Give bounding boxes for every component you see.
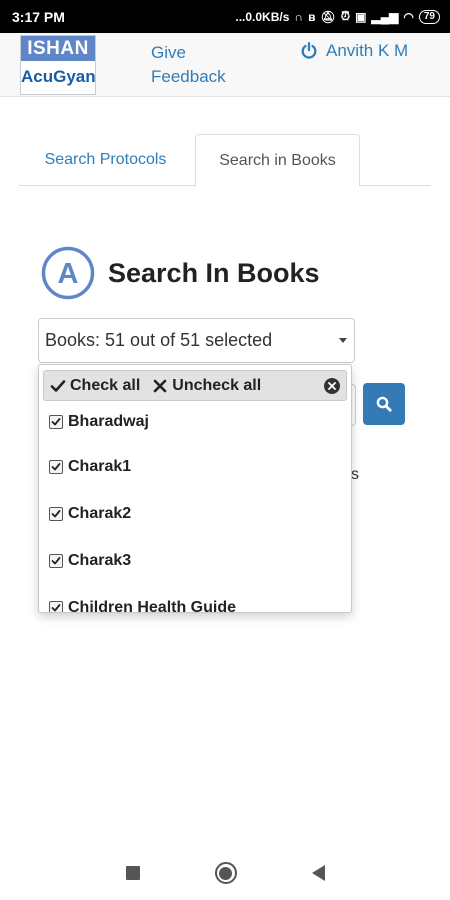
status-icons: ...0.0KB/s ∩ ʙ 🔕︎ ⏰︎ ▣ ▂▄▆ ◠ 79 — [235, 9, 440, 24]
network-speed: ...0.0KB/s — [235, 9, 290, 24]
checkbox[interactable] — [49, 415, 63, 429]
page-title: Search In Books — [108, 257, 320, 288]
book-label: Charak3 — [68, 551, 132, 569]
status-time: 3:17 PM — [12, 8, 65, 25]
wifi-icon: ◠ — [403, 9, 414, 24]
app-logo[interactable]: ISHAN AcuGyan — [20, 35, 96, 95]
chevron-down-icon — [339, 338, 347, 343]
check-icon — [50, 379, 66, 392]
books-dropdown: Check all Uncheck all Bharadwaj Charak1 … — [38, 364, 352, 613]
books-multiselect[interactable]: Books: 51 out of 51 selected — [38, 318, 355, 363]
signal-icon: ▂▄▆ — [371, 9, 399, 24]
search-button[interactable] — [363, 383, 405, 425]
give-feedback-link[interactable]: Give Feedback — [151, 41, 241, 89]
power-icon — [301, 42, 317, 59]
uncheck-all-button[interactable]: Uncheck all — [152, 377, 261, 395]
sim-icon: ▣ — [355, 9, 367, 24]
checkbox[interactable] — [49, 506, 63, 521]
tab-search-protocols[interactable]: Search Protocols — [19, 134, 192, 186]
book-list: Bharadwaj Charak1 Charak2 Charak3 Childr… — [39, 401, 351, 613]
tab-search-in-books[interactable]: Search in Books — [195, 134, 360, 187]
mute-icon: 🔕︎ — [320, 9, 336, 24]
book-item-children-health-guide[interactable]: Children Health Guide — [39, 584, 351, 613]
check-all-label: Check all — [70, 376, 141, 394]
books-selected-summary: Books: 51 out of 51 selected — [45, 330, 273, 350]
select-actions-bar: Check all Uncheck all — [43, 370, 347, 401]
book-label: Children Health Guide — [68, 598, 237, 613]
book-label: Charak2 — [68, 504, 132, 522]
system-nav-bar — [0, 846, 450, 900]
book-label: Bharadwaj — [68, 413, 149, 430]
uncheck-all-label: Uncheck all — [172, 376, 262, 394]
check-all-button[interactable]: Check all — [50, 377, 140, 395]
alarm-icon: ⏰︎ — [340, 9, 351, 23]
a-logo-icon: A — [41, 246, 95, 300]
tab-bar: Search Protocols Search in Books — [19, 134, 431, 187]
bluetooth-icon: ʙ — [308, 9, 316, 24]
search-icon — [376, 396, 392, 412]
battery-icon: 79 — [418, 9, 440, 24]
logo-top-text: ISHAN — [21, 36, 95, 61]
user-name: Anvith K M — [326, 41, 409, 60]
headphones-icon: ∩ — [294, 9, 304, 24]
logo-bottom-text: AcuGyan — [21, 67, 96, 86]
status-bar: 3:17 PM ...0.0KB/s ∩ ʙ 🔕︎ ⏰︎ ▣ ▂▄▆ ◠ 79 — [0, 0, 450, 33]
page-heading: A Search In Books — [41, 246, 320, 300]
recent-apps-icon[interactable] — [125, 866, 140, 880]
user-menu[interactable]: Anvith K M — [300, 41, 408, 61]
close-circle-icon[interactable] — [324, 378, 340, 394]
book-item-charak3[interactable]: Charak3 — [39, 537, 351, 584]
book-item-charak2[interactable]: Charak2 — [39, 490, 351, 537]
a-logo-letter: A — [58, 258, 79, 290]
book-item-charak1[interactable]: Charak1 — [39, 443, 351, 490]
times-icon — [153, 379, 167, 392]
checkbox[interactable] — [49, 459, 63, 474]
home-icon[interactable] — [214, 862, 237, 884]
checkbox[interactable] — [49, 553, 63, 568]
background-text: s — [351, 466, 359, 483]
book-label: Charak1 — [68, 457, 132, 475]
back-icon[interactable] — [311, 865, 325, 881]
app-header: ISHAN AcuGyan Give Feedback Anvith K M — [0, 33, 450, 97]
book-item-bharadwaj[interactable]: Bharadwaj — [39, 401, 351, 443]
checkbox[interactable] — [49, 600, 63, 612]
